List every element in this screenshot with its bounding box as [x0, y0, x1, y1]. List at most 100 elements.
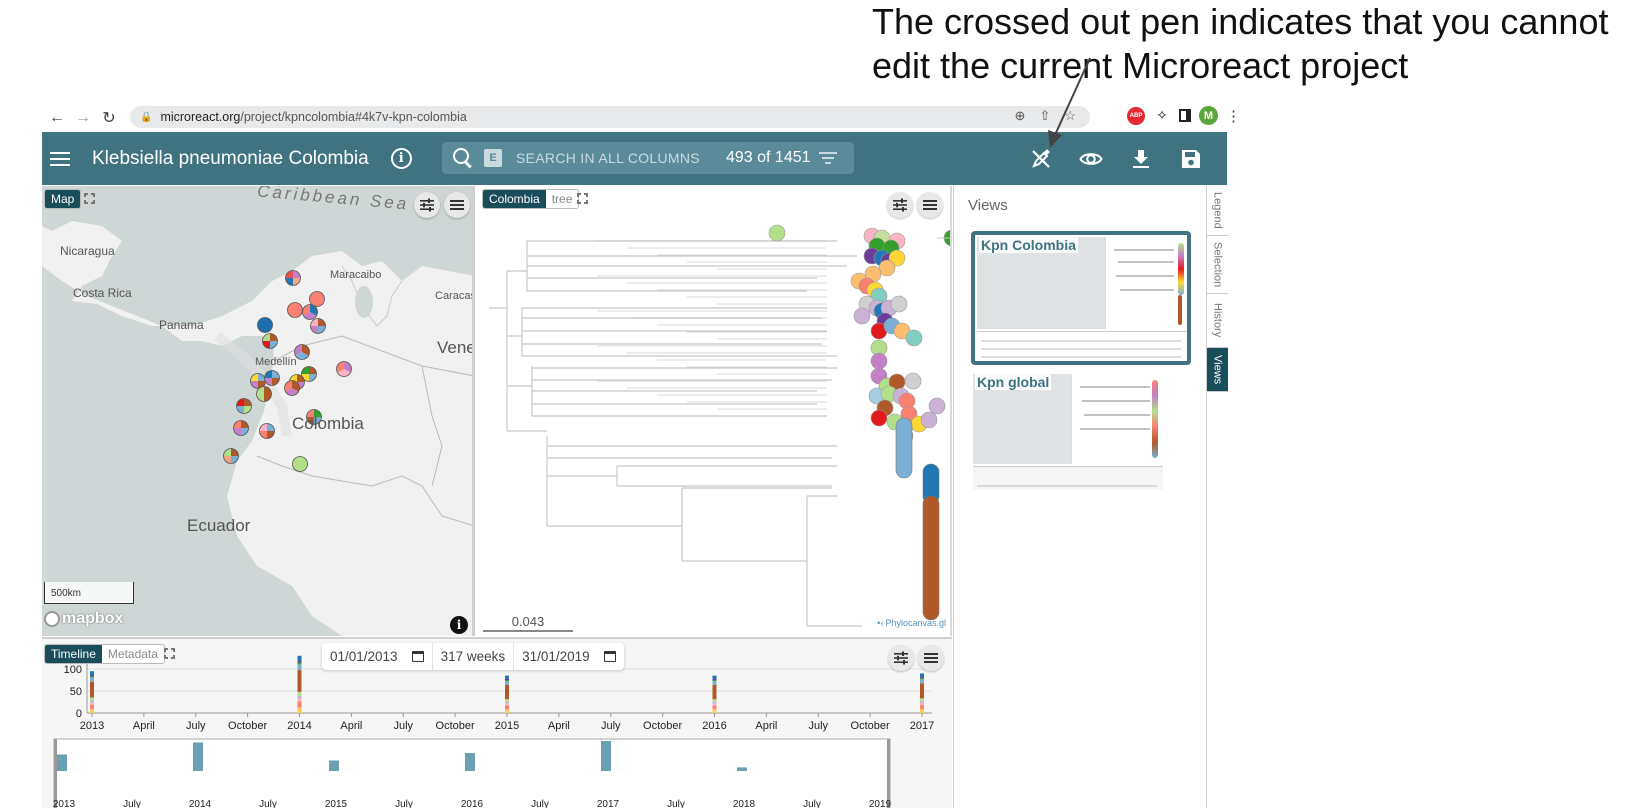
share-icon[interactable]: ⇧ [1039, 108, 1050, 124]
side-tab-selection[interactable]: Selection [1207, 236, 1228, 294]
expand-icon[interactable] [84, 193, 95, 204]
tree-controls-button[interactable] [887, 192, 913, 218]
tab-tree[interactable]: tree [546, 190, 579, 208]
tree-leaf [905, 329, 923, 347]
view-button[interactable] [1077, 145, 1105, 173]
timeline-bar-segment [920, 683, 924, 699]
back-button[interactable]: ← [46, 107, 68, 129]
view-card-kpn-global[interactable]: Kpn global [971, 372, 1191, 496]
timeline-bar-segment [297, 707, 302, 711]
timeline-bar-segment [920, 705, 924, 710]
timeline-menu-button[interactable] [918, 645, 944, 671]
tab-colombia-tree[interactable]: Colombia [483, 190, 546, 208]
side-tab-history[interactable]: History [1207, 294, 1228, 348]
timeline-bar-segment [920, 709, 924, 712]
calendar-icon[interactable] [603, 651, 616, 662]
search-input[interactable]: E SEARCH IN ALL COLUMNS 493 of 1451 [442, 142, 854, 174]
timeline-bar-segment [90, 674, 94, 677]
map-controls-button[interactable] [414, 192, 440, 218]
edit-disabled-button[interactable] [1027, 145, 1055, 173]
timeline-bar-segment [90, 676, 94, 678]
map-scale-bar: 500km [44, 582, 134, 604]
map-marker [257, 317, 273, 333]
side-panel-icon[interactable] [1179, 109, 1191, 122]
forward-button[interactable]: → [72, 107, 94, 129]
tree-panel[interactable]: Colombia tree 0.043 •‹ Phylocanvas.gl [477, 186, 952, 636]
views-panel: Views Kpn Colombia Kpn global [953, 186, 1206, 808]
save-button[interactable] [1177, 145, 1205, 173]
reload-button[interactable]: ↻ [98, 107, 120, 129]
tab-metadata[interactable]: Metadata [102, 645, 164, 663]
zoom-icon[interactable]: ⊕ [1015, 108, 1026, 124]
brush-bar [601, 741, 611, 771]
expand-icon[interactable] [164, 648, 175, 659]
annotation-line-2: edit the current Microreact project [872, 45, 1409, 86]
brush-tick-label: July [395, 799, 413, 808]
extensions-icon[interactable]: ✧ [1153, 107, 1171, 124]
timeline-panel[interactable]: 100 50 0 2013 April July October 2014 April July O… [42, 637, 952, 808]
tree-leaf-cluster [922, 495, 940, 621]
address-bar[interactable]: 🔒 microreact.org/project/kpncolombia#4k7… [130, 106, 1090, 128]
brush-bar [465, 753, 475, 771]
tree-leaf [928, 397, 946, 415]
x-tick-label: 2013 [80, 720, 104, 732]
timeline-controls-button[interactable] [888, 645, 914, 671]
timeline-bar [505, 675, 509, 713]
view-card-kpn-colombia[interactable]: Kpn Colombia [971, 231, 1191, 365]
map-panel[interactable]: Map Caribbean Sea Nicaragua Costa Rica P… [42, 186, 475, 636]
calendar-icon[interactable] [411, 651, 424, 662]
info-icon[interactable]: i [390, 148, 412, 169]
tree-leaf [853, 307, 871, 325]
views-title: Views [968, 197, 1008, 214]
star-icon[interactable]: ☆ [1064, 108, 1076, 124]
adblock-extension-icon[interactable]: ABP [1127, 106, 1145, 125]
profile-avatar[interactable]: M [1199, 106, 1218, 125]
timeline-bar-segment [297, 695, 302, 699]
tree-leaf [768, 224, 786, 242]
marker-slice [292, 456, 308, 472]
browser-toolbar: ← → ↻ 🔒 microreact.org/project/kpncolomb… [42, 104, 1241, 131]
timeline-bar-segment [297, 691, 302, 696]
tree-menu-button[interactable] [917, 192, 943, 218]
side-tab-views[interactable]: Views [1207, 348, 1228, 392]
expand-icon[interactable] [577, 193, 588, 204]
map-marker [256, 386, 272, 402]
map-tabs: Map [44, 189, 82, 209]
sliders-icon [893, 198, 907, 212]
end-date-input[interactable]: 31/01/2019 [514, 643, 624, 670]
phylocanvas-logo[interactable]: •‹ Phylocanvas.gl [877, 618, 946, 628]
search-mode-badge[interactable]: E [484, 149, 502, 167]
timeline-bar-segment [920, 698, 924, 702]
x-tick-label: 2015 [495, 720, 519, 732]
x-tick-label: 2017 [910, 720, 934, 732]
x-tick-label: 2014 [287, 720, 311, 732]
phylogenetic-tree[interactable] [477, 186, 952, 636]
brush-bar [193, 742, 203, 771]
timeline-bar-segment [920, 678, 924, 680]
timeline-bar-segment [712, 711, 717, 713]
map-menu-button[interactable] [444, 192, 470, 218]
filter-icon[interactable] [818, 152, 837, 164]
side-tab-legend[interactable]: Legend [1207, 186, 1228, 236]
annotation-text: The crossed out pen indicates that you c… [872, 0, 1608, 88]
duration-label: 317 weeks [433, 643, 515, 670]
brush-area [53, 738, 891, 808]
x-tick-label: 2016 [702, 720, 726, 732]
mapbox-logo[interactable]: mapbox [44, 610, 123, 628]
timeline-bar-segment [90, 700, 94, 703]
timeline-bar [712, 675, 717, 713]
timeline-bar-segment [712, 675, 717, 679]
timeline-bar-segment [505, 705, 509, 710]
map-attribution-info-icon[interactable]: i [450, 616, 468, 634]
annotation-line-1: The crossed out pen indicates that you c… [872, 1, 1609, 42]
download-button[interactable] [1127, 145, 1155, 173]
brush-bar [737, 767, 747, 771]
menu-icon[interactable] [50, 151, 70, 166]
browser-menu-icon[interactable]: ⋮ [1226, 107, 1241, 125]
brush-tick-label: July [123, 799, 141, 808]
search-placeholder: SEARCH IN ALL COLUMNS [516, 150, 700, 166]
tab-map[interactable]: Map [45, 190, 81, 208]
y-tick-label: 50 [70, 686, 82, 698]
start-date-input[interactable]: 01/01/2013 [322, 643, 433, 670]
tab-timeline[interactable]: Timeline [45, 645, 102, 663]
